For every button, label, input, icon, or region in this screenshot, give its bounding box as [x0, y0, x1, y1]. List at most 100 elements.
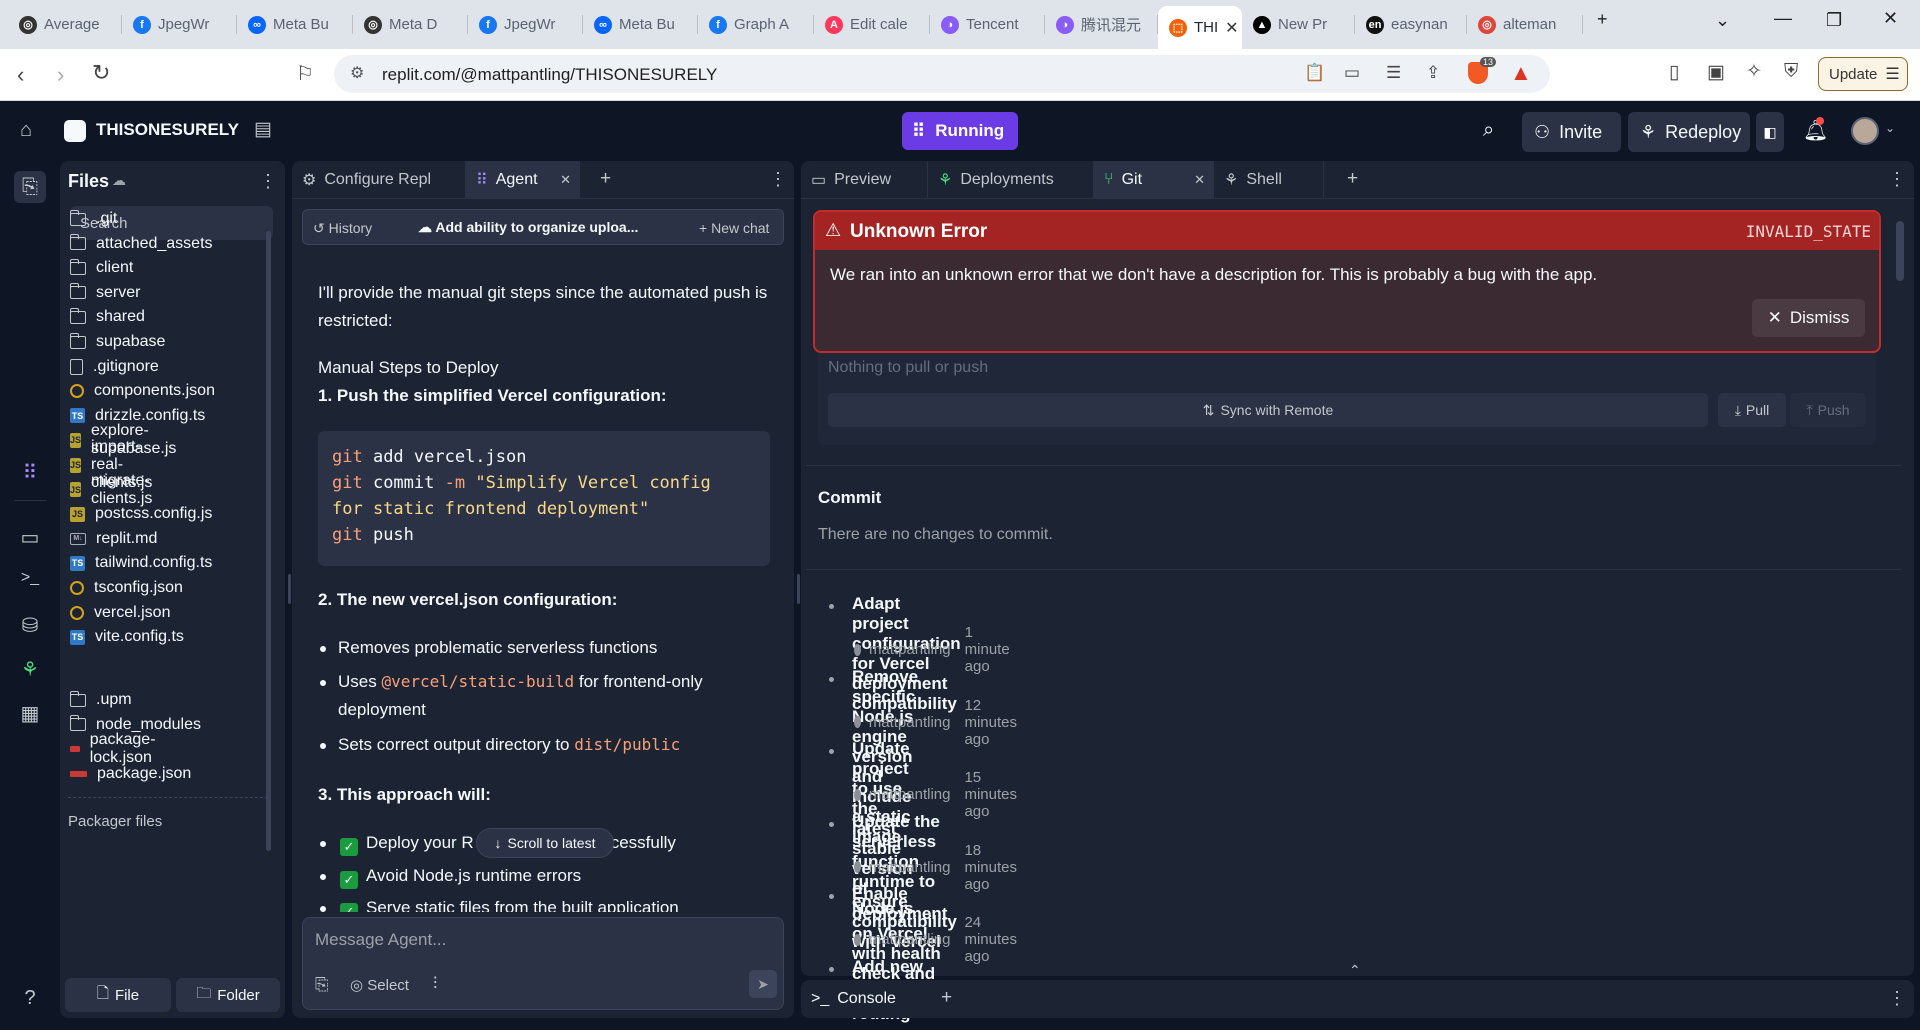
commit-time: 15 minutes ago [964, 769, 1017, 821]
commit-title[interactable]: Add new visual asset to enhance the plat… [852, 957, 933, 973]
panel-resize-handle[interactable] [797, 574, 800, 604]
forward-icon[interactable]: › [57, 62, 64, 88]
sidebar-toggle-icon[interactable]: ▯ [1669, 61, 1679, 84]
pull-button[interactable]: ⤓ Pull [1718, 393, 1786, 427]
update-button[interactable]: Update ☰ [1818, 57, 1908, 91]
file-tree-item[interactable]: package.json [70, 759, 191, 789]
console-menu-icon[interactable]: ⋮ [1888, 988, 1906, 1009]
file-tree-item[interactable]: TS vite.config.ts [70, 622, 184, 652]
close-window-icon[interactable]: ✕ [1883, 8, 1898, 29]
new-browser-tab-icon[interactable]: + [1597, 9, 1608, 30]
commit-author: mattpantling [868, 786, 951, 804]
browser-tab[interactable]: f JpegWr [122, 6, 237, 43]
new-tab-icon[interactable]: + [1347, 168, 1358, 190]
shell-tool-icon[interactable]: >_ [18, 569, 42, 587]
run-button[interactable]: ⠿ Running [902, 112, 1018, 150]
tab-deployments[interactable]: ⚘ Deployments [928, 161, 1094, 199]
browser-tab[interactable]: ◎ Average [8, 6, 122, 43]
project-name[interactable]: THISONESURELY [96, 120, 239, 140]
browser-tab[interactable]: f JpegWr [468, 6, 583, 43]
invite-button[interactable]: ⚇ Invite [1522, 112, 1621, 152]
bookmark-icon[interactable]: ⚐ [296, 61, 314, 86]
files-scrollbar[interactable] [266, 231, 271, 851]
expand-console-icon[interactable]: ⌃ [1349, 962, 1361, 979]
agent-message-input[interactable]: Message Agent... [315, 930, 446, 950]
search-icon[interactable]: ⌕ [1483, 119, 1494, 142]
chevron-down-icon[interactable]: ⌄ [1885, 121, 1895, 135]
git-menu-icon[interactable]: ⋮ [1888, 169, 1906, 190]
new-tab-icon[interactable]: + [600, 168, 611, 190]
agent-input-box[interactable]: Message Agent... ⎘ ◎ Select ⫶ ➤ [302, 917, 784, 1010]
site-info-icon[interactable]: ⚙ [350, 63, 364, 83]
sync-remote-button[interactable]: ⇅ Sync with Remote [828, 393, 1708, 427]
wallet-icon[interactable]: ▣ [1707, 61, 1725, 84]
avatar[interactable] [1851, 117, 1879, 145]
project-info-icon[interactable]: ▤ [254, 118, 272, 141]
close-tab-icon[interactable]: ✕ [1194, 172, 1205, 188]
tab-agent[interactable]: ⠿ Agent ✕ [466, 161, 580, 199]
history-button[interactable]: ↺ History [313, 220, 372, 237]
settings-sliders-icon[interactable]: ⫶ [433, 974, 437, 994]
attach-icon[interactable]: ⎘ [315, 975, 329, 995]
browser-tab[interactable]: ◎ alteman [1467, 6, 1583, 43]
new-tab-icon[interactable]: + [941, 987, 952, 1009]
typescript-file-icon: TS [70, 555, 85, 571]
browser-tab[interactable]: en easynan [1355, 6, 1467, 43]
browser-tab[interactable]: ▲ New Pr [1242, 6, 1355, 43]
database-tool-icon[interactable]: ⛁ [18, 613, 42, 638]
tab-shell[interactable]: ⚘ Shell [1214, 161, 1324, 199]
files-tool-icon[interactable]: ⎘ [14, 171, 46, 203]
tab-configure-repl[interactable]: ⚙ Configure Repl [292, 161, 466, 199]
browser-tab[interactable]: f Graph A [698, 6, 814, 43]
files-menu-icon[interactable]: ⋮ [259, 171, 277, 192]
close-tab-icon[interactable]: ✕ [1225, 18, 1238, 38]
help-icon[interactable]: ? [18, 987, 42, 1010]
scroll-to-latest-button[interactable]: ↓ Scroll to latest [476, 828, 614, 858]
browser-tab[interactable]: ◎ Meta D [353, 6, 468, 43]
reader-icon[interactable]: ☰ [1386, 63, 1401, 83]
browser-tab[interactable]: A Edit cale [814, 6, 930, 43]
browser-tab[interactable]: ◑ Tencent [930, 6, 1045, 43]
new-file-button[interactable]: 🗋 File [65, 978, 171, 1012]
deployments-tool-icon[interactable]: ⚘ [18, 657, 42, 682]
vpn-icon[interactable]: ⛨ [1784, 61, 1798, 83]
no-changes-text: There are no changes to commit. [818, 526, 1053, 543]
panel-resize-handle[interactable] [288, 574, 291, 604]
tab-search-chevron-icon[interactable]: ⌄ [1715, 10, 1730, 31]
send-icon[interactable]: ➤ [749, 970, 777, 998]
tab-console[interactable]: >_ Console [801, 980, 913, 1018]
tab-preview[interactable]: ▭ Preview [801, 161, 928, 199]
browser-tab[interactable]: ⬚ THI ✕ [1158, 6, 1242, 49]
cast-icon[interactable]: ▭ [1344, 63, 1360, 83]
clipboard-icon[interactable]: 📋 [1304, 63, 1325, 83]
tab-git[interactable]: ⑂ Git ✕ [1094, 161, 1214, 199]
new-folder-button[interactable]: 🗀 Folder [176, 978, 280, 1012]
agent-tool-icon[interactable]: ⠿ [18, 460, 42, 485]
all-tools-icon[interactable]: ▦ [18, 701, 42, 726]
thread-title[interactable]: ☁ Add ability to organize uploa... [418, 219, 638, 236]
push-button[interactable]: ⤒ Push [1790, 393, 1866, 427]
dismiss-button[interactable]: ✕ Dismiss [1752, 299, 1865, 337]
browser-tab[interactable]: ∞ Meta Bu [237, 6, 353, 43]
browser-tab[interactable]: ◑ 腾讯混元 [1045, 6, 1158, 43]
minimize-icon[interactable]: — [1774, 8, 1792, 29]
home-icon[interactable]: ⌂ [20, 119, 32, 142]
tab-favicon-icon: ⬚ [1169, 18, 1187, 37]
close-tab-icon[interactable]: ✕ [560, 172, 571, 188]
redeploy-button[interactable]: ⚘ Redeploy [1628, 112, 1750, 152]
git-scrollbar[interactable] [1896, 221, 1904, 281]
leo-ai-icon[interactable]: ✧ [1746, 60, 1762, 83]
deploy-menu-icon[interactable]: ◧ [1756, 112, 1784, 152]
browser-tab[interactable]: ∞ Meta Bu [583, 6, 698, 43]
reload-icon[interactable]: ↻ [92, 60, 110, 86]
preview-tool-icon[interactable]: ▭ [18, 525, 42, 550]
restore-icon[interactable]: ❐ [1826, 10, 1842, 31]
brave-rewards-icon[interactable]: ▲ [1510, 60, 1532, 86]
new-chat-button[interactable]: + New chat [699, 220, 769, 236]
back-icon[interactable]: ‹ [17, 62, 24, 88]
url-text[interactable]: replit.com/@mattpantling/THISONESURELY [382, 65, 717, 85]
url-bar[interactable]: ⚙ replit.com/@mattpantling/THISONESURELY… [334, 55, 1550, 93]
share-icon[interactable]: ⇪ [1426, 63, 1440, 83]
select-button[interactable]: ◎ Select [350, 976, 409, 994]
agent-menu-icon[interactable]: ⋮ [769, 169, 787, 190]
